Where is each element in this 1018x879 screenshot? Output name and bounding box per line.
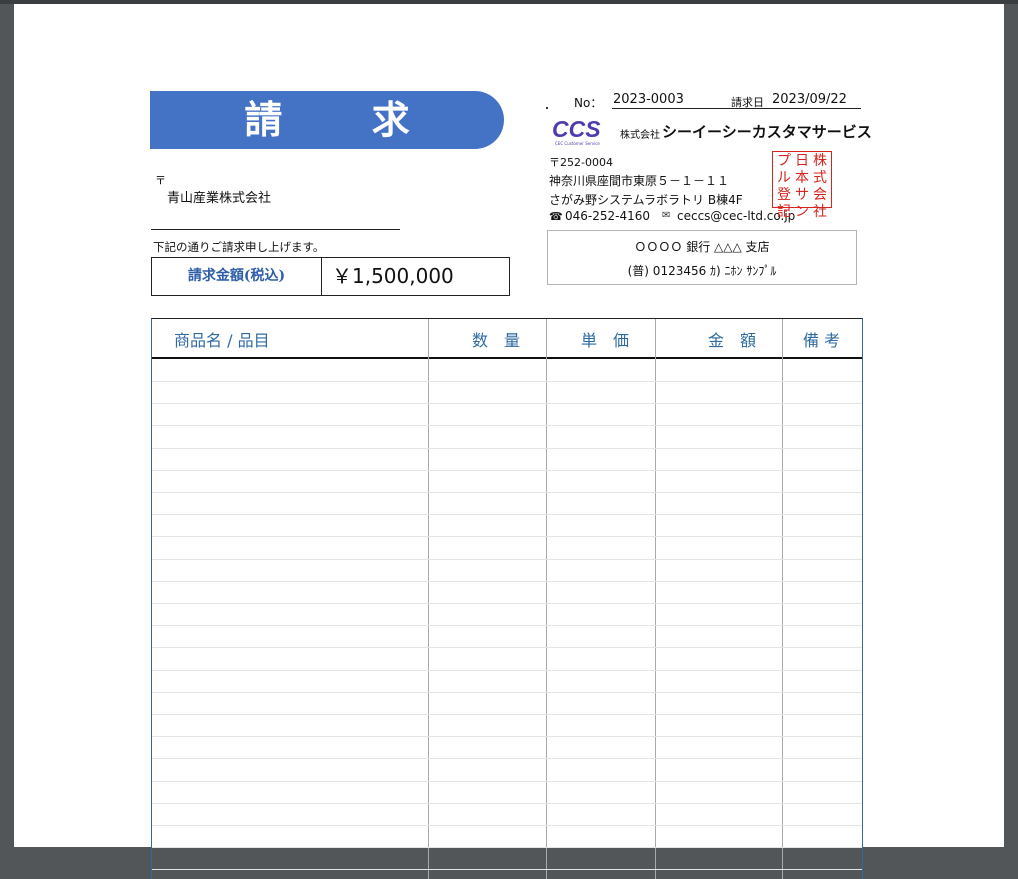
amount-box: 請求金額(税込) ￥1,500,000 (151, 257, 510, 296)
table-row-line (152, 425, 862, 427)
invoice-page: 請 求 書 〒 青山産業株式会社 下記の通りご請求申し上げます。 請求金額(税込… (14, 4, 1004, 879)
table-row-line (152, 625, 862, 627)
invoice-no-value: 2023-0003 (613, 92, 684, 107)
items-table: 商品名 / 品目 数 量 単 価 金 額 備 考 (151, 318, 863, 879)
header-unit-price: 単 価 (581, 331, 630, 350)
company-logo-tagline: CEC Customer Service (555, 141, 600, 146)
table-header-row: 商品名 / 品目 数 量 単 価 金 額 備 考 (152, 319, 862, 359)
table-row-line (152, 869, 862, 871)
table-row-line (152, 381, 862, 382)
client-postmark: 〒 (155, 174, 166, 187)
header-underline (612, 108, 861, 109)
header-amount: 金 額 (708, 331, 757, 350)
issuer-phone: 046-252-4160 (565, 209, 651, 223)
amount-value: ￥1,500,000 (332, 264, 454, 288)
company-logo: CCS (552, 116, 601, 142)
table-row-line (152, 647, 862, 649)
invoice-no-label: No： (574, 96, 603, 110)
table-row-line (152, 847, 862, 849)
client-name: 青山産業株式会社 (167, 191, 272, 206)
table-row-line (152, 469, 862, 471)
table-row-line (152, 514, 862, 516)
bank-name: ＯＯＯＯ 銀行 △△△ 支店 (634, 240, 770, 254)
invoice-title-banner: 請 求 書 (150, 91, 504, 200)
company-name: シーイーシーカスタマサービス (662, 123, 872, 141)
header-item-name: 商品名 / 品目 (174, 331, 270, 350)
header-remarks: 備 考 (803, 331, 841, 350)
seal-column: 日本サン (795, 153, 809, 220)
header-quantity: 数 量 (472, 331, 521, 350)
table-row-line (152, 691, 862, 693)
phone-icon: ☎ (549, 210, 563, 223)
table-row-line (152, 536, 862, 538)
seal-column: 株式会社 (813, 153, 827, 220)
header-dot (546, 107, 548, 109)
lead-text: 下記の通りご請求申し上げます。 (153, 240, 325, 254)
issuer-zip: 〒252-0004 (549, 156, 613, 169)
table-row-line (152, 603, 862, 604)
mail-icon: ✉ (662, 210, 671, 221)
bank-account: (普) 0123456 ｶ) ﾆﾎﾝ ｻﾝﾌﾟﾙ (627, 264, 777, 278)
issuer-address-line1: 神奈川県座間市東原５－１－１１ (549, 174, 730, 188)
seal-column: プル登記 (777, 153, 791, 220)
company-seal-stamp: 株式会社日本サンプル登記 (772, 151, 832, 220)
invoice-date-value: 2023/09/22 (772, 92, 847, 107)
table-row-line (152, 580, 862, 582)
table-row-line (152, 758, 862, 760)
table-row-line (152, 714, 862, 715)
table-row-line (152, 558, 862, 560)
table-row-line (152, 447, 862, 449)
table-row-line (152, 736, 862, 738)
table-row-line (152, 802, 862, 804)
issuer-address-line2: さがみ野システムラボラトリ B棟4F (549, 193, 743, 207)
table-row-line (152, 780, 862, 782)
corp-prefix: 株式会社 (620, 130, 660, 141)
table-row-line (152, 403, 862, 405)
table-row-line (152, 825, 862, 826)
bank-info-box: ＯＯＯＯ 銀行 △△△ 支店 (普) 0123456 ｶ) ﾆﾎﾝ ｻﾝﾌﾟﾙ (547, 230, 857, 285)
table-row-line (152, 669, 862, 671)
amount-label: 請求金額(税込) (152, 258, 322, 295)
table-row-line (152, 492, 862, 493)
client-underline (151, 229, 400, 230)
